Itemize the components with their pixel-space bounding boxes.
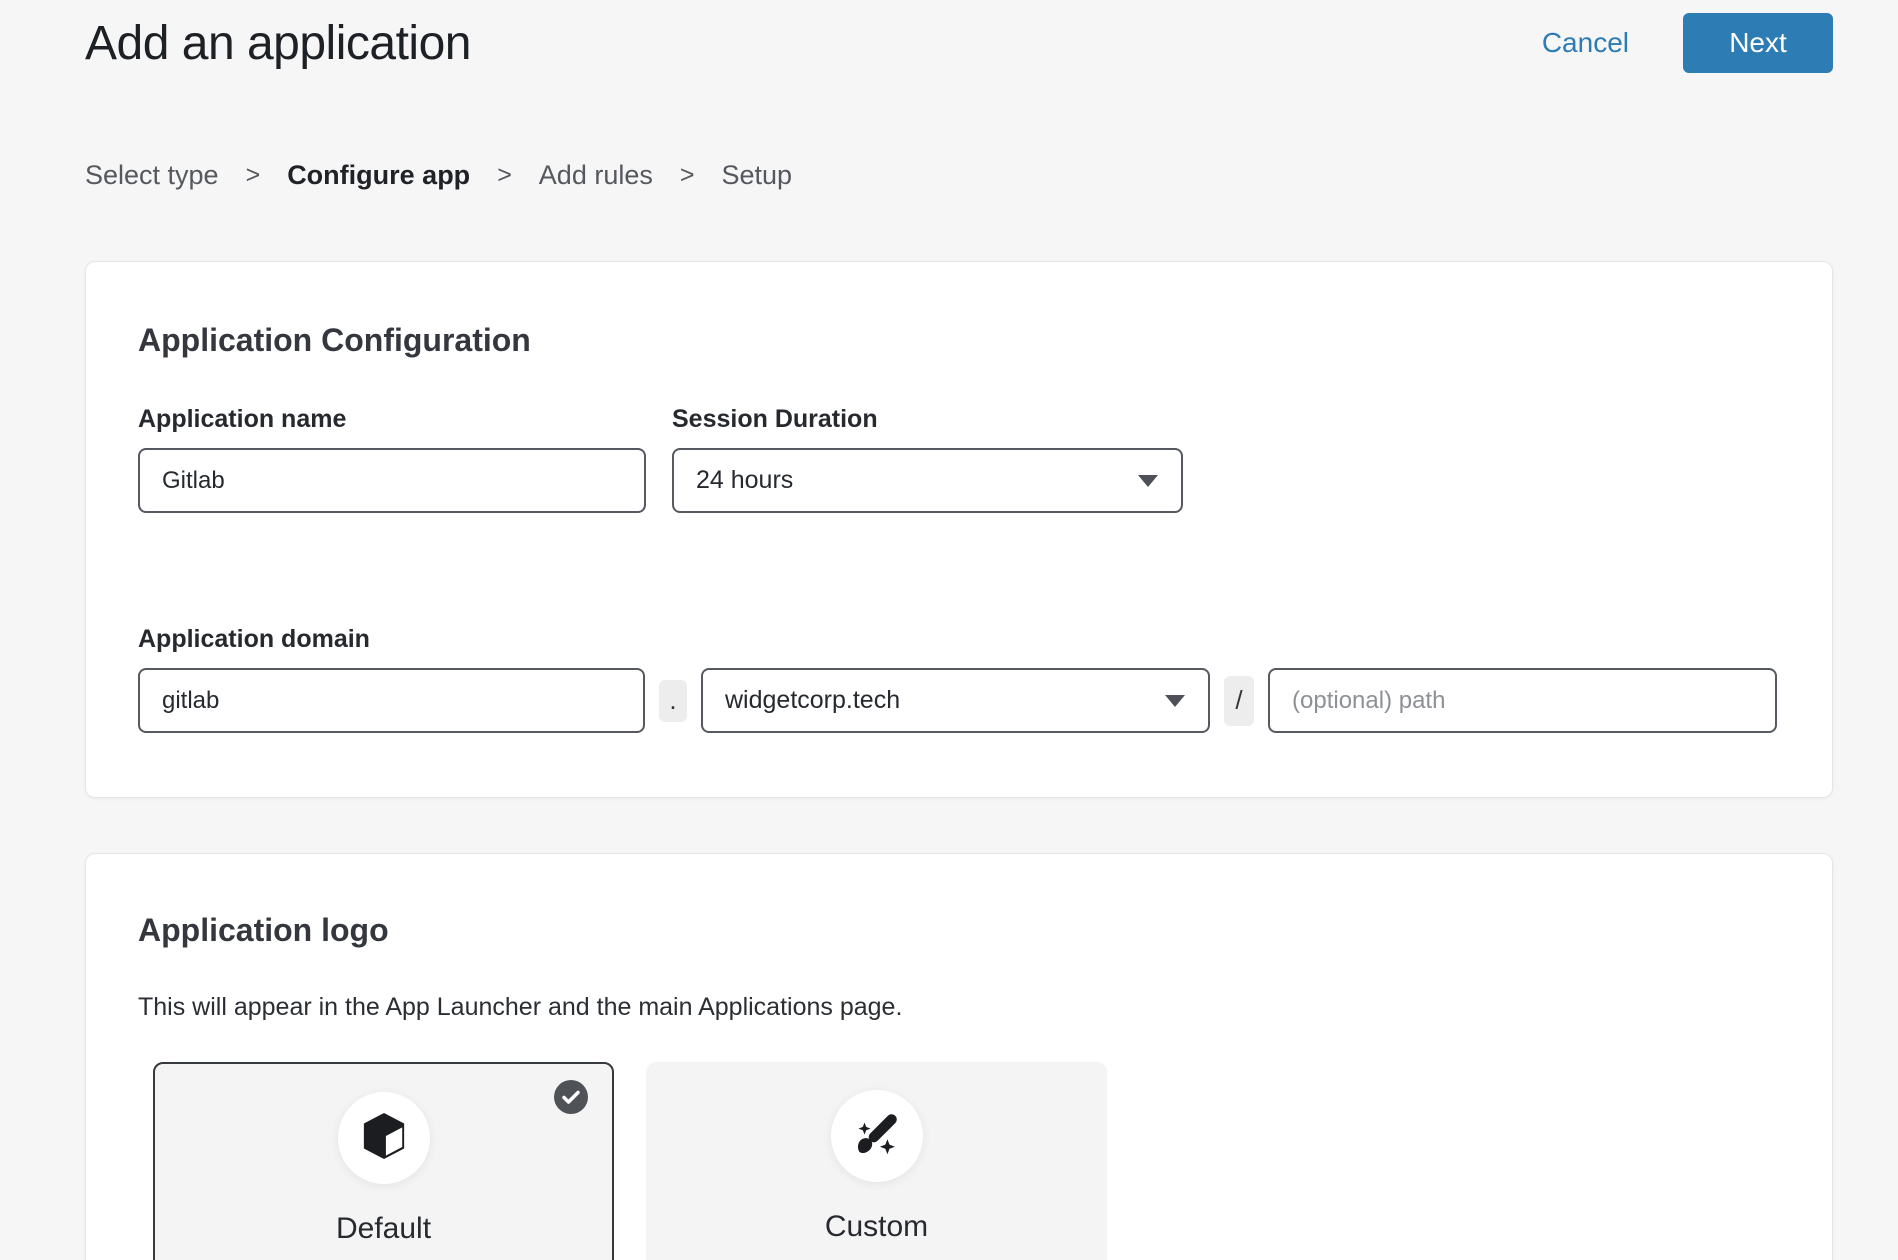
paintbrush-icon bbox=[852, 1109, 902, 1164]
breadcrumb-separator: > bbox=[680, 161, 695, 190]
application-name-label: Application name bbox=[138, 405, 646, 434]
logo-option-custom[interactable]: Custom bbox=[646, 1062, 1107, 1260]
dot-separator: . bbox=[659, 680, 687, 722]
custom-logo-circle bbox=[831, 1090, 923, 1182]
logo-description: This will appear in the App Launcher and… bbox=[138, 993, 1778, 1022]
subdomain-input[interactable] bbox=[138, 668, 645, 733]
application-configuration-card: Application Configuration Application na… bbox=[85, 261, 1833, 798]
logo-options-row: Default Custom bbox=[153, 1062, 1778, 1260]
chevron-down-icon bbox=[1137, 466, 1159, 495]
application-name-input[interactable] bbox=[138, 448, 646, 513]
slash-separator: / bbox=[1224, 676, 1254, 726]
page-title: Add an application bbox=[85, 16, 471, 71]
session-duration-field-group: Session Duration 24 hours bbox=[672, 405, 1183, 513]
breadcrumb-separator: > bbox=[246, 161, 261, 190]
breadcrumb-separator: > bbox=[497, 161, 512, 190]
application-name-field-group: Application name bbox=[138, 405, 646, 513]
application-domain-label: Application domain bbox=[138, 625, 1778, 654]
session-duration-selected-value: 24 hours bbox=[696, 466, 793, 495]
application-domain-row: . widgetcorp.tech / bbox=[138, 668, 1778, 733]
name-session-row: Application name Session Duration 24 hou… bbox=[138, 405, 1778, 513]
breadcrumb: Select type > Configure app > Add rules … bbox=[85, 160, 1833, 191]
chevron-down-icon bbox=[1164, 686, 1186, 715]
add-application-page: Add an application Cancel Next Select ty… bbox=[0, 0, 1898, 1260]
logo-heading: Application logo bbox=[138, 912, 1778, 949]
breadcrumb-step-setup[interactable]: Setup bbox=[721, 160, 792, 191]
cube-icon bbox=[361, 1111, 407, 1166]
default-logo-circle bbox=[338, 1092, 430, 1184]
session-duration-select[interactable]: 24 hours bbox=[672, 448, 1183, 513]
logo-option-label: Default bbox=[155, 1212, 612, 1246]
next-button[interactable]: Next bbox=[1683, 13, 1833, 73]
session-duration-label: Session Duration bbox=[672, 405, 1183, 434]
cancel-button[interactable]: Cancel bbox=[1542, 27, 1629, 59]
breadcrumb-step-configure-app[interactable]: Configure app bbox=[287, 160, 470, 191]
logo-option-label: Custom bbox=[646, 1210, 1107, 1244]
top-bar-actions: Cancel Next bbox=[1542, 13, 1833, 73]
domain-selected-value: widgetcorp.tech bbox=[725, 686, 900, 715]
path-input[interactable] bbox=[1268, 668, 1777, 733]
selected-check-icon bbox=[554, 1080, 588, 1114]
configuration-heading: Application Configuration bbox=[138, 322, 1778, 359]
domain-select[interactable]: widgetcorp.tech bbox=[701, 668, 1210, 733]
application-logo-card: Application logo This will appear in the… bbox=[85, 853, 1833, 1260]
logo-option-default[interactable]: Default bbox=[153, 1062, 614, 1260]
breadcrumb-step-select-type[interactable]: Select type bbox=[85, 160, 219, 191]
breadcrumb-step-add-rules[interactable]: Add rules bbox=[539, 160, 653, 191]
top-bar: Add an application Cancel Next bbox=[85, 0, 1833, 74]
